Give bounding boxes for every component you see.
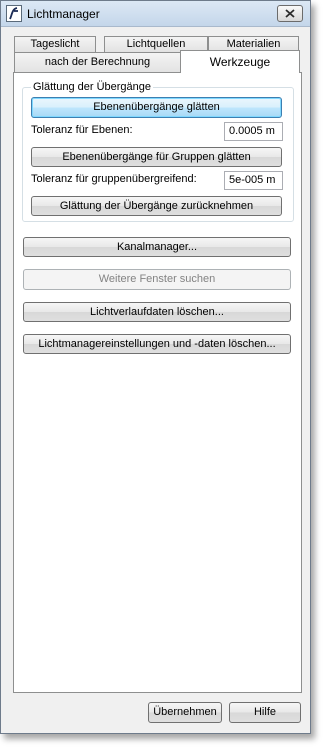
delete-settings-button[interactable]: Lichtmanagereinstellungen und -daten lös…	[23, 334, 291, 354]
tab-werkzeuge[interactable]: Werkzeuge	[180, 50, 300, 73]
tab-tageslicht[interactable]: Tageslicht	[14, 36, 96, 52]
tolerance-planes-field[interactable]: 0.0005 m	[224, 122, 283, 141]
tab-nach-der-berechnung[interactable]: nach der Berechnung	[14, 52, 181, 73]
tolerance-groups-field[interactable]: 5e-005 m	[224, 171, 283, 190]
title-bar[interactable]: Lichtmanager	[1, 1, 310, 27]
app-logo-icon	[6, 5, 22, 22]
close-button[interactable]	[277, 5, 303, 22]
find-windows-button[interactable]: Weitere Fenster suchen	[23, 269, 291, 290]
undo-smoothing-button[interactable]: Glättung der Übergänge zurücknehmen	[31, 196, 282, 216]
window-title: Lichtmanager	[27, 7, 100, 21]
apply-button[interactable]: Übernehmen	[148, 702, 222, 723]
smooth-planes-button[interactable]: Ebenenübergänge glätten	[31, 97, 282, 118]
delete-light-history-button[interactable]: Lichtverlaufdaten löschen...	[23, 302, 291, 322]
channel-manager-button[interactable]: Kanalmanager...	[23, 237, 291, 257]
smooth-groups-button[interactable]: Ebenenübergänge für Gruppen glätten	[31, 147, 282, 167]
tolerance-planes-label: Toleranz für Ebenen:	[31, 124, 133, 136]
tolerance-groups-label: Toleranz für gruppenübergreifend:	[31, 173, 197, 185]
help-button[interactable]: Hilfe	[229, 702, 301, 723]
smoothing-group-title: Glättung der Übergänge	[31, 81, 154, 93]
lichtmanager-window: Lichtmanager Tageslicht Lichtquellen Mat…	[0, 0, 311, 734]
close-icon	[285, 9, 295, 18]
